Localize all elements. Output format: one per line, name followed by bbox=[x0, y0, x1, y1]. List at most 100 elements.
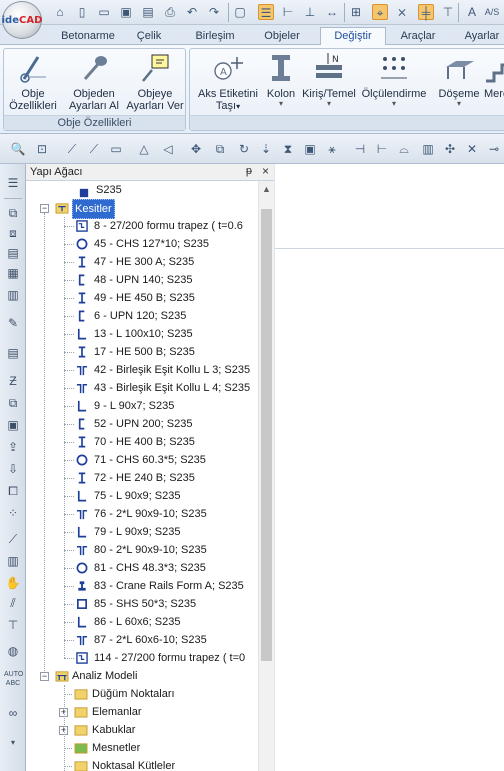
section-item[interactable]: 80 - 2*L 90x9-10; S235 bbox=[26, 541, 258, 559]
select-tool-icon[interactable]: ▦ bbox=[4, 264, 22, 282]
slash-tool-icon[interactable]: ⫽ bbox=[4, 594, 22, 612]
section-item[interactable]: 70 - HE 400 B; S235 bbox=[26, 433, 258, 451]
collapse-toggle-icon[interactable]: − bbox=[40, 672, 49, 681]
explode-icon[interactable]: ⚹ bbox=[324, 141, 340, 157]
new-file-icon[interactable]: ▯ bbox=[74, 4, 90, 20]
bars-tool-icon[interactable]: ▥ bbox=[4, 552, 22, 570]
tab-1[interactable]: Çelik bbox=[124, 28, 174, 45]
dimensioning-button[interactable]: Ölçülendirme ▾ bbox=[358, 51, 430, 108]
section-item[interactable]: 85 - SHS 50*3; S235 bbox=[26, 595, 258, 613]
analysis-item[interactable]: Noktasal Kütleler bbox=[26, 757, 258, 771]
tab-5[interactable]: Araçlar bbox=[388, 28, 448, 45]
section-item[interactable]: 49 - HE 450 B; S235 bbox=[26, 289, 258, 307]
section-item[interactable]: 13 - L 100x10; S235 bbox=[26, 325, 258, 343]
group-tool-icon[interactable]: ⧈ bbox=[4, 224, 22, 242]
book-tool-icon[interactable]: ⧠ bbox=[4, 482, 22, 500]
beam-icon[interactable]: ⨯ bbox=[394, 4, 410, 20]
move-axis-label-button[interactable]: A Aks Etiketini Taşı▾ bbox=[192, 51, 264, 113]
save-icon[interactable]: ▣ bbox=[118, 4, 134, 20]
pin-icon[interactable]: ᵽ bbox=[246, 165, 252, 177]
section-item[interactable]: 72 - HE 240 B; S235 bbox=[26, 469, 258, 487]
auto-label-icon[interactable]: AUTO ABC bbox=[4, 670, 23, 688]
intersect-icon[interactable]: ✕ bbox=[464, 141, 480, 157]
rotate-icon[interactable]: ↻ bbox=[236, 141, 252, 157]
properties-tool-icon[interactable]: ⟋ bbox=[64, 141, 80, 157]
analysis-item[interactable]: + Kabuklar bbox=[26, 721, 258, 739]
section-item[interactable]: 81 - CHS 48.3*3; S235 bbox=[26, 559, 258, 577]
snap-icon[interactable]: ⊥ bbox=[302, 4, 318, 20]
eyedropper-tool-icon[interactable]: ⟋ bbox=[86, 141, 102, 157]
section-item[interactable]: 71 - CHS 60.3*5; S235 bbox=[26, 451, 258, 469]
tree-item-material[interactable]: S235 bbox=[26, 181, 258, 199]
dimension-icon[interactable]: ↔ bbox=[324, 4, 340, 20]
section-item[interactable]: 83 - Crane Rails Form A; S235 bbox=[26, 577, 258, 595]
get-settings-button[interactable]: Objeden Ayarları Al bbox=[64, 51, 124, 112]
offset-icon[interactable]: ⌓ bbox=[396, 141, 412, 157]
analysis-item[interactable]: Mesnetler bbox=[26, 739, 258, 757]
undo-icon[interactable]: ↶ bbox=[184, 4, 200, 20]
join-icon[interactable]: ⊸ bbox=[486, 141, 502, 157]
trim-icon[interactable]: ⊣ bbox=[352, 141, 368, 157]
section-item[interactable]: 76 - 2*L 90x9-10; S235 bbox=[26, 505, 258, 523]
chart-icon[interactable]: ▥ bbox=[420, 141, 436, 157]
paste-tool-icon[interactable]: ▣ bbox=[4, 416, 22, 434]
units-button[interactable]: A/S bbox=[484, 4, 500, 20]
tree-scrollbar[interactable]: ▲ bbox=[258, 181, 274, 771]
section-item[interactable]: 87 - 2*L 60x6-10; S235 bbox=[26, 631, 258, 649]
layer-tool-icon[interactable]: ⧉ bbox=[4, 204, 22, 222]
section-item[interactable]: 47 - HE 300 A; S235 bbox=[26, 253, 258, 271]
dots-tool-icon[interactable]: ⁘ bbox=[4, 504, 22, 522]
analysis-item[interactable]: + Elemanlar bbox=[26, 703, 258, 721]
section-item[interactable]: 52 - UPN 200; S235 bbox=[26, 415, 258, 433]
section-tool-icon[interactable]: Ƶ bbox=[4, 372, 22, 390]
section-item[interactable]: 86 - L 60x6; S235 bbox=[26, 613, 258, 631]
sheet-tool-icon[interactable]: ▤ bbox=[4, 344, 22, 362]
tab-4[interactable]: Değiştir bbox=[320, 27, 386, 46]
stretch-icon[interactable]: ⇣ bbox=[258, 141, 274, 157]
section-item[interactable]: 114 - 27/200 formu trapez ( t=0 bbox=[26, 649, 258, 667]
node-icon[interactable]: ⌖ bbox=[372, 4, 388, 20]
binoculars-icon[interactable]: ∞ bbox=[4, 704, 22, 722]
copy-tool-icon[interactable]: ⧉ bbox=[4, 394, 22, 412]
zoom-icon[interactable]: 🔍 bbox=[10, 141, 26, 157]
window-icon[interactable]: ▢ bbox=[232, 4, 248, 20]
tree-view-icon[interactable]: ☰ bbox=[4, 174, 22, 192]
array-icon[interactable]: ▣ bbox=[302, 141, 318, 157]
divide-icon[interactable]: ✣ bbox=[442, 141, 458, 157]
column-button[interactable]: Kolon ▾ bbox=[264, 51, 298, 108]
home-icon[interactable]: ⌂ bbox=[52, 4, 68, 20]
tree-node-analysis-model[interactable]: − Analiz Modeli bbox=[26, 667, 258, 685]
mirror-icon[interactable]: ⧗ bbox=[280, 141, 296, 157]
close-icon[interactable]: × bbox=[262, 164, 269, 178]
grid-icon[interactable]: ⊞ bbox=[348, 4, 364, 20]
triangle-icon[interactable]: △ bbox=[136, 141, 152, 157]
tree-node-sections[interactable]: − Kesitler bbox=[26, 199, 258, 219]
section-item[interactable]: 45 - CHS 127*10; S235 bbox=[26, 235, 258, 253]
layer-icon[interactable]: ☰ bbox=[258, 4, 274, 20]
frame-tool-icon[interactable]: ▥ bbox=[4, 286, 22, 304]
analysis-item[interactable]: Düğüm Noktaları bbox=[26, 685, 258, 703]
text-icon[interactable]: A bbox=[464, 4, 480, 20]
save-as-icon[interactable]: ▤ bbox=[140, 4, 156, 20]
scroll-down-icon[interactable]: ▾ bbox=[4, 734, 22, 752]
move-icon[interactable]: ✥ bbox=[188, 141, 204, 157]
section-item[interactable]: 6 - UPN 120; S235 bbox=[26, 307, 258, 325]
tab-6[interactable]: Ayarlar bbox=[452, 28, 504, 45]
section-item[interactable]: 75 - L 90x9; S235 bbox=[26, 487, 258, 505]
scrollbar-thumb[interactable] bbox=[261, 209, 272, 661]
section-item[interactable]: 8 - 27/200 formu trapez ( t=0.6 bbox=[26, 217, 258, 235]
tab-0[interactable]: Betonarme bbox=[50, 28, 126, 45]
polygon-icon[interactable]: ◁ bbox=[160, 141, 176, 157]
measure-icon[interactable]: ⊤ bbox=[440, 4, 456, 20]
object-properties-button[interactable]: Obje Özellikleri bbox=[7, 51, 59, 112]
tee-tool-icon[interactable]: ⊤ bbox=[4, 616, 22, 634]
model-tool-icon[interactable]: ◍ bbox=[4, 642, 22, 660]
section-item[interactable]: 79 - L 90x9; S235 bbox=[26, 523, 258, 541]
drawing-canvas[interactable] bbox=[275, 164, 504, 771]
app-logo[interactable]: ideCAD bbox=[2, 1, 42, 39]
axis-icon[interactable]: ╪ bbox=[418, 4, 434, 20]
open-folder-icon[interactable]: ▭ bbox=[96, 4, 112, 20]
copy-icon[interactable]: ⧉ bbox=[212, 141, 228, 157]
beam-foundation-button[interactable]: N Kiriş/Temel ▾ bbox=[300, 51, 358, 108]
brace-tool-icon[interactable]: ⟋ bbox=[4, 530, 22, 548]
